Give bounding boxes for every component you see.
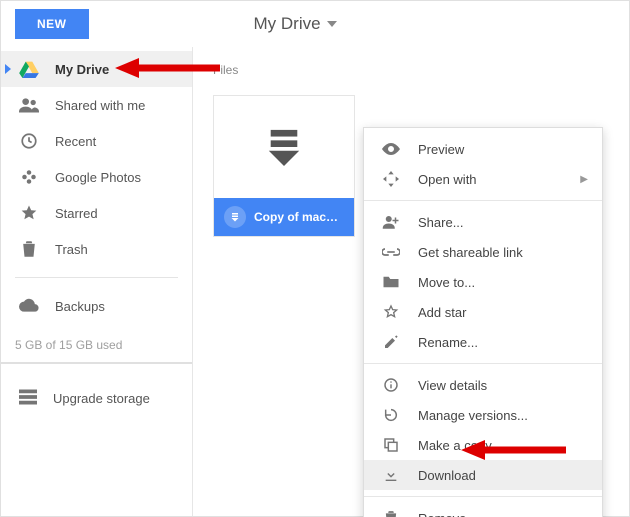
- download-icon: [382, 467, 400, 483]
- storage-text: 5 GB of 15 GB used: [1, 324, 192, 352]
- context-menu: Preview Open with ▶ Share... Get shareab…: [363, 127, 603, 517]
- chevron-down-icon: [327, 21, 337, 27]
- file-name: Copy of macO…: [254, 210, 344, 224]
- menu-item-label: Remove: [418, 511, 466, 517]
- eye-icon: [382, 143, 400, 155]
- menu-item-share[interactable]: Share...: [364, 207, 602, 237]
- file-card[interactable]: Copy of macO…: [213, 95, 355, 237]
- open-with-icon: [382, 171, 400, 187]
- star-outline-icon: [382, 304, 400, 320]
- menu-item-add-star[interactable]: Add star: [364, 297, 602, 327]
- breadcrumb-label: My Drive: [254, 14, 321, 34]
- sidebar-item-my-drive[interactable]: My Drive: [1, 51, 192, 87]
- menu-item-move[interactable]: Move to...: [364, 267, 602, 297]
- topbar: NEW My Drive: [1, 1, 629, 47]
- menu-item-label: Preview: [418, 142, 464, 157]
- file-thumb: [214, 96, 354, 198]
- sidebar-item-label: Google Photos: [55, 170, 141, 185]
- download-arrow-icon: [265, 126, 303, 168]
- section-label: Files: [213, 63, 609, 77]
- trash-icon: [19, 240, 39, 258]
- storage-icon: [19, 389, 37, 408]
- sidebar-item-label: Backups: [55, 299, 105, 314]
- menu-separator: [364, 200, 602, 201]
- menu-list: Preview Open with ▶ Share... Get shareab…: [364, 128, 602, 517]
- pencil-icon: [382, 334, 400, 350]
- menu-item-label: Make a copy: [418, 438, 492, 453]
- menu-item-label: Add star: [418, 305, 466, 320]
- sidebar-item-label: Shared with me: [55, 98, 145, 113]
- menu-item-get-link[interactable]: Get shareable link: [364, 237, 602, 267]
- divider: [15, 277, 178, 278]
- sidebar-item-shared[interactable]: Shared with me: [1, 87, 192, 123]
- clock-icon: [19, 132, 39, 150]
- people-icon: [19, 97, 39, 113]
- trash-icon: [382, 510, 400, 517]
- menu-item-remove[interactable]: Remove: [364, 503, 602, 517]
- sidebar-item-recent[interactable]: Recent: [1, 123, 192, 159]
- file-caption: Copy of macO…: [214, 198, 354, 236]
- menu-item-label: Share...: [418, 215, 464, 230]
- new-button[interactable]: NEW: [15, 9, 89, 39]
- link-icon: [382, 247, 400, 257]
- drive-icon: [19, 60, 39, 78]
- menu-item-label: Download: [418, 468, 476, 483]
- nav-list: My Drive Shared with me Recent Google Ph…: [1, 51, 192, 267]
- sidebar-item-label: Upgrade storage: [53, 391, 150, 406]
- menu-item-make-copy[interactable]: Make a copy: [364, 430, 602, 460]
- menu-item-label: Manage versions...: [418, 408, 528, 423]
- menu-separator: [364, 496, 602, 497]
- menu-item-download[interactable]: Download: [364, 460, 602, 490]
- file-type-icon: [224, 206, 246, 228]
- menu-item-view-details[interactable]: View details: [364, 370, 602, 400]
- menu-item-label: Get shareable link: [418, 245, 523, 260]
- breadcrumb[interactable]: My Drive: [254, 14, 337, 34]
- sidebar-item-label: Recent: [55, 134, 96, 149]
- sidebar-item-label: Starred: [55, 206, 98, 221]
- sidebar-item-trash[interactable]: Trash: [1, 231, 192, 267]
- upgrade-storage[interactable]: Upgrade storage: [1, 380, 192, 416]
- history-icon: [382, 407, 400, 423]
- photos-icon: [19, 168, 39, 186]
- sidebar: My Drive Shared with me Recent Google Ph…: [1, 47, 193, 516]
- menu-item-open-with[interactable]: Open with ▶: [364, 164, 602, 194]
- sidebar-item-starred[interactable]: Starred: [1, 195, 192, 231]
- menu-item-label: Open with: [418, 172, 477, 187]
- menu-item-preview[interactable]: Preview: [364, 134, 602, 164]
- menu-item-label: Move to...: [418, 275, 475, 290]
- sidebar-item-photos[interactable]: Google Photos: [1, 159, 192, 195]
- chevron-right-icon: ▶: [580, 174, 588, 185]
- storage-bar: [1, 362, 192, 364]
- sidebar-item-backups[interactable]: Backups: [1, 288, 192, 324]
- menu-item-label: Rename...: [418, 335, 478, 350]
- sidebar-item-label: My Drive: [55, 62, 109, 77]
- info-icon: [382, 377, 400, 393]
- menu-item-label: View details: [418, 378, 487, 393]
- menu-item-rename[interactable]: Rename...: [364, 327, 602, 357]
- cloud-icon: [19, 298, 39, 315]
- sidebar-item-label: Trash: [55, 242, 88, 257]
- star-icon: [19, 204, 39, 222]
- folder-icon: [382, 275, 400, 289]
- menu-separator: [364, 363, 602, 364]
- copy-icon: [382, 437, 400, 453]
- menu-item-manage-versions[interactable]: Manage versions...: [364, 400, 602, 430]
- person-add-icon: [382, 215, 400, 229]
